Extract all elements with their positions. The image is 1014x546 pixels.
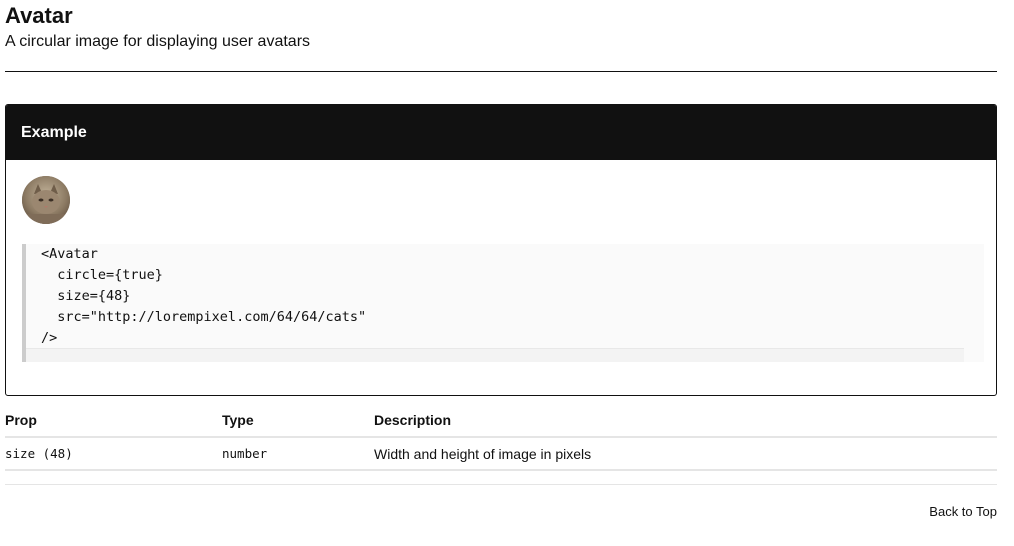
example-header-label: Example: [21, 123, 87, 141]
back-to-top-link[interactable]: Back to Top: [929, 504, 997, 519]
prop-description: Width and height of image in pixels: [374, 445, 592, 462]
props-header-prop: Prop: [5, 412, 37, 428]
divider: [5, 71, 997, 72]
cat-photo-icon: [22, 176, 70, 224]
props-header-description: Description: [374, 412, 452, 428]
example-header: Example: [6, 105, 996, 160]
props-table: Prop Type Description size (48) number W…: [5, 404, 997, 485]
example-body: <Avatar circle={true} size={48} src="htt…: [6, 160, 996, 395]
avatar: [22, 176, 70, 224]
example-card: Example <Avatar circle={true} size={48} …: [5, 104, 997, 396]
table-row: size (48) number Width and height of ima…: [5, 438, 997, 471]
page: Avatar A circular image for displaying u…: [5, 0, 997, 485]
page-title: Avatar: [5, 3, 73, 28]
prop-name: size (48): [5, 446, 73, 461]
table-footer-spacer: [5, 471, 997, 485]
props-header-row: Prop Type Description: [5, 404, 997, 438]
code-block: <Avatar circle={true} size={48} src="htt…: [22, 244, 984, 362]
page-subtitle: A circular image for displaying user ava…: [5, 33, 311, 50]
props-header-type: Type: [222, 412, 254, 428]
code-scrollbar[interactable]: [26, 348, 964, 362]
prop-type: number: [222, 446, 268, 461]
code-text: <Avatar circle={true} size={48} src="htt…: [41, 246, 367, 346]
